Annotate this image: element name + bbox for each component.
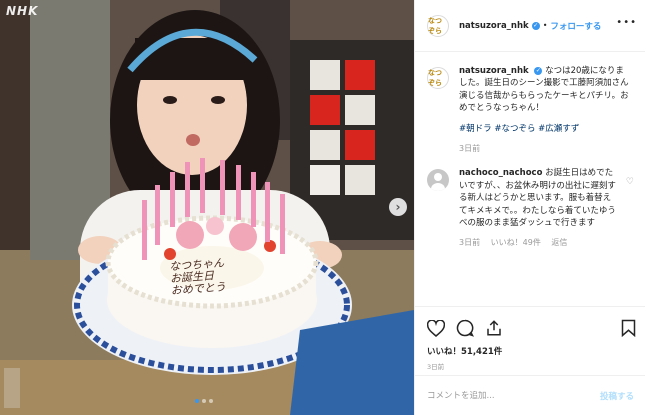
comment-icon[interactable] <box>456 319 474 337</box>
carousel-dot <box>202 399 206 403</box>
post-date: 3日前 <box>427 363 445 371</box>
bookmark-icon[interactable] <box>621 319 636 337</box>
more-options-icon[interactable]: ••• <box>616 17 637 28</box>
verified-icon: ✓ <box>531 21 540 30</box>
separator: • <box>542 21 548 30</box>
header-username[interactable]: natsuzora_nhk <box>459 21 529 31</box>
comment-likes[interactable]: いいね！49件 <box>491 238 541 247</box>
carousel-dot <box>195 399 199 403</box>
carousel-dots <box>195 399 213 403</box>
post-panel: なつぞら natsuzora_nhk ✓ • フォローする ••• なつぞら n… <box>414 0 645 415</box>
share-icon[interactable] <box>485 319 503 337</box>
follow-button[interactable]: フォローする <box>550 20 601 32</box>
comment-like-icon[interactable]: ♡ <box>626 177 634 187</box>
post-header: なつぞら natsuzora_nhk ✓ • フォローする ••• <box>415 0 645 52</box>
likes-count[interactable]: いいね！51,421件 <box>427 345 634 357</box>
avatar[interactable]: なつぞら <box>427 14 449 37</box>
caption: なつぞら natsuzora_nhk ✓ なつは20歳になりました。誕生日のシー… <box>427 65 634 155</box>
post-photo[interactable]: NHK なつちゃん お誕生日 おめでとう › <box>0 0 414 415</box>
caption-time: 3日前 <box>459 144 481 154</box>
carousel-dot <box>209 399 213 403</box>
avatar[interactable] <box>427 169 449 192</box>
comments-area[interactable]: なつぞら natsuzora_nhk ✓ なつは20歳になりました。誕生日のシー… <box>415 53 645 306</box>
photo-illustration <box>0 0 414 415</box>
comment-username[interactable]: nachoco_nachoco <box>459 168 542 178</box>
heart-icon[interactable] <box>427 319 445 337</box>
post-actions: いいね！51,421件 3日前 <box>415 306 645 375</box>
comment-time: 3日前 <box>459 238 481 248</box>
add-comment-bar: 投稿する <box>415 375 645 415</box>
verified-icon: ✓ <box>534 66 543 75</box>
nhk-watermark: NHK <box>6 4 39 18</box>
next-image-icon[interactable]: › <box>389 198 407 216</box>
post-button[interactable]: 投稿する <box>600 390 634 402</box>
caption-hashtags[interactable]: #朝ドラ #なつぞら #広瀬すず <box>459 123 629 135</box>
caption-username[interactable]: natsuzora_nhk <box>459 66 529 76</box>
comment-input[interactable] <box>427 390 600 401</box>
comment-item: nachoco_nachoco お誕生日はめでたいですが、、お盆休み明けの出社に… <box>427 167 634 249</box>
avatar[interactable]: なつぞら <box>427 67 449 89</box>
cake-plaque-text: なつちゃん お誕生日 おめでとう <box>169 255 263 297</box>
reply-button[interactable]: 返信 <box>551 238 567 247</box>
